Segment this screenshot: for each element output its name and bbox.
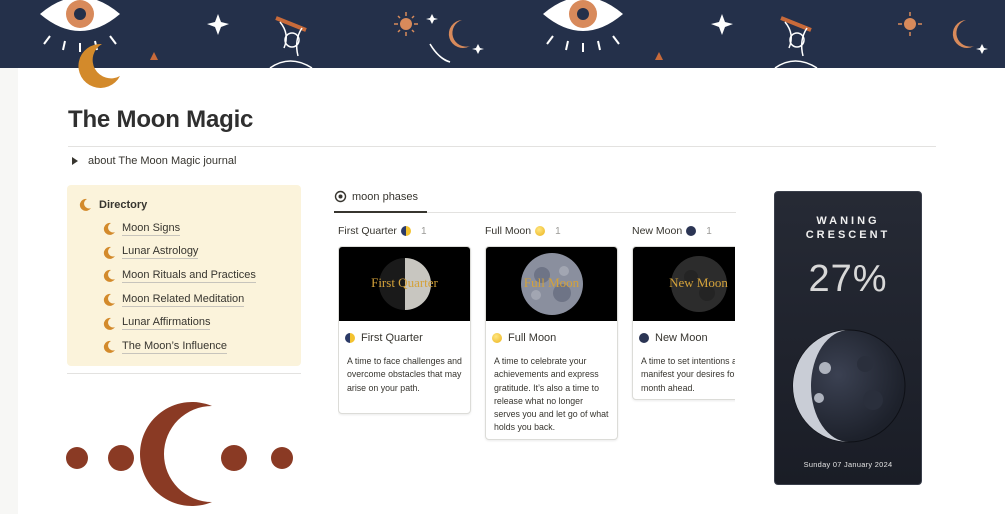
crescent-moon-icon (103, 269, 116, 283)
cover-text: Full Moon (523, 275, 580, 290)
directory-list: Moon Signs Lunar Astrology Moon Rituals … (103, 217, 256, 359)
directory-heading-label: Directory (99, 198, 148, 211)
card-cover-image: First Quarter (339, 247, 470, 321)
page-title: The Moon Magic (68, 106, 254, 133)
card-cover-image: Full Moon (486, 247, 617, 321)
directory-link-label[interactable]: Moon Signs (122, 222, 181, 236)
illumination-percent: 27% (808, 258, 888, 300)
column-count: 1 (555, 225, 561, 237)
page-icon-crescent-moon[interactable] (74, 40, 124, 90)
directory-link-lunar-affirmations[interactable]: Lunar Affirmations (103, 311, 256, 335)
crescent-moon-icon (103, 293, 116, 306)
directory-link-moon-meditation[interactable]: Moon Related Meditation (103, 288, 256, 312)
divider (68, 146, 936, 147)
cover-banner (0, 0, 1005, 68)
card-cover-image: New Moon (633, 247, 735, 321)
card-title: New Moon (633, 321, 735, 345)
directory-link-label[interactable]: Lunar Astrology (122, 245, 199, 260)
new-moon-icon (639, 332, 649, 343)
cover-text: First Quarter (371, 275, 438, 290)
column-count: 1 (706, 225, 712, 237)
card-description: A time to face challenges and overcome o… (347, 356, 462, 393)
waning-crescent-moon-icon (791, 328, 907, 444)
column-header[interactable]: First Quarter 1 (338, 222, 471, 240)
card-title-label: First Quarter (361, 331, 423, 344)
crescent-moon-icon (103, 340, 116, 354)
directory-link-moon-rituals[interactable]: Moon Rituals and Practices (103, 264, 256, 288)
full-moon-icon (535, 226, 546, 236)
directory-link-label[interactable]: Moon Rituals and Practices (122, 269, 256, 283)
card-title-label: Full Moon (508, 331, 557, 344)
column-header[interactable]: New Moon 1 (632, 222, 735, 240)
board-card[interactable]: Full Moon Full Moon A time to celebrate … (485, 246, 618, 440)
column-name: First Quarter (338, 225, 397, 237)
column-name: Full Moon (485, 225, 532, 237)
divider (67, 373, 301, 374)
moon-phase-name: WANING CRESCENT (775, 214, 921, 242)
directory-link-label[interactable]: The Moon’s Influence (122, 340, 227, 354)
card-title: Full Moon (486, 321, 617, 345)
tab-label[interactable]: moon phases (352, 191, 418, 203)
first-quarter-moon-icon (345, 332, 355, 343)
column-header[interactable]: Full Moon 1 (485, 222, 618, 240)
moon-phase-line-2: CRESCENT (805, 229, 891, 241)
card-description: A time to celebrate your achievements an… (494, 356, 609, 433)
board-column-first-quarter: First Quarter 1 First Quarter First Quar… (338, 222, 471, 414)
about-toggle[interactable]: about The Moon Magic journal (72, 155, 236, 167)
board-card[interactable]: New Moon New Moon A time to set intentio… (632, 246, 735, 400)
directory-link-lunar-astrology[interactable]: Lunar Astrology (103, 241, 256, 265)
moon-phases-board: First Quarter 1 First Quarter First Quar… (338, 222, 735, 452)
card-title-label: New Moon (655, 331, 708, 344)
active-tab-indicator (334, 211, 427, 213)
card-title: First Quarter (339, 321, 470, 345)
crescent-moon-icon (103, 317, 116, 330)
widget-date: Sunday 07 January 2024 (803, 460, 893, 469)
toggle-arrow-icon[interactable] (72, 157, 78, 165)
column-name: New Moon (632, 225, 683, 237)
board-card[interactable]: First Quarter First Quarter A time to fa… (338, 246, 471, 414)
target-icon (334, 190, 347, 203)
banner-pattern (40, 0, 988, 68)
left-gutter (0, 68, 18, 514)
column-count: 1 (420, 225, 427, 237)
tab-moon-phases[interactable]: moon phases (334, 190, 418, 209)
toggle-label[interactable]: about The Moon Magic journal (88, 155, 236, 167)
new-moon-icon (686, 226, 697, 236)
crescent-moon-icon (79, 198, 92, 211)
directory-link-moon-influence[interactable]: The Moon’s Influence (103, 335, 256, 359)
directory-heading: Directory (79, 198, 147, 211)
directory-link-moon-signs[interactable]: Moon Signs (103, 217, 256, 241)
full-moon-icon (492, 332, 502, 343)
first-quarter-moon-icon (400, 226, 411, 236)
board-column-full-moon: Full Moon 1 Full Moon Full Moon A time t… (485, 222, 618, 440)
crescent-moon-icon (103, 246, 116, 259)
cover-text: New Moon (669, 275, 728, 290)
crescent-moon-icon (103, 222, 116, 236)
directory-link-label[interactable]: Moon Related Meditation (122, 293, 245, 307)
directory-callout: Directory Moon Signs Lunar Astrology Moo… (67, 185, 301, 366)
moon-phase-line-1: WANING (816, 215, 880, 227)
moon-phase-widget[interactable]: WANING CRESCENT 27% Sunday 07 January 20… (774, 191, 922, 485)
moon-phases-decoration (60, 398, 300, 508)
card-description: A time to set intentions and manifest yo… (641, 356, 735, 393)
directory-link-label[interactable]: Lunar Affirmations (122, 316, 211, 331)
board-column-new-moon: New Moon 1 New Moon New Moon A time to s… (632, 222, 735, 400)
